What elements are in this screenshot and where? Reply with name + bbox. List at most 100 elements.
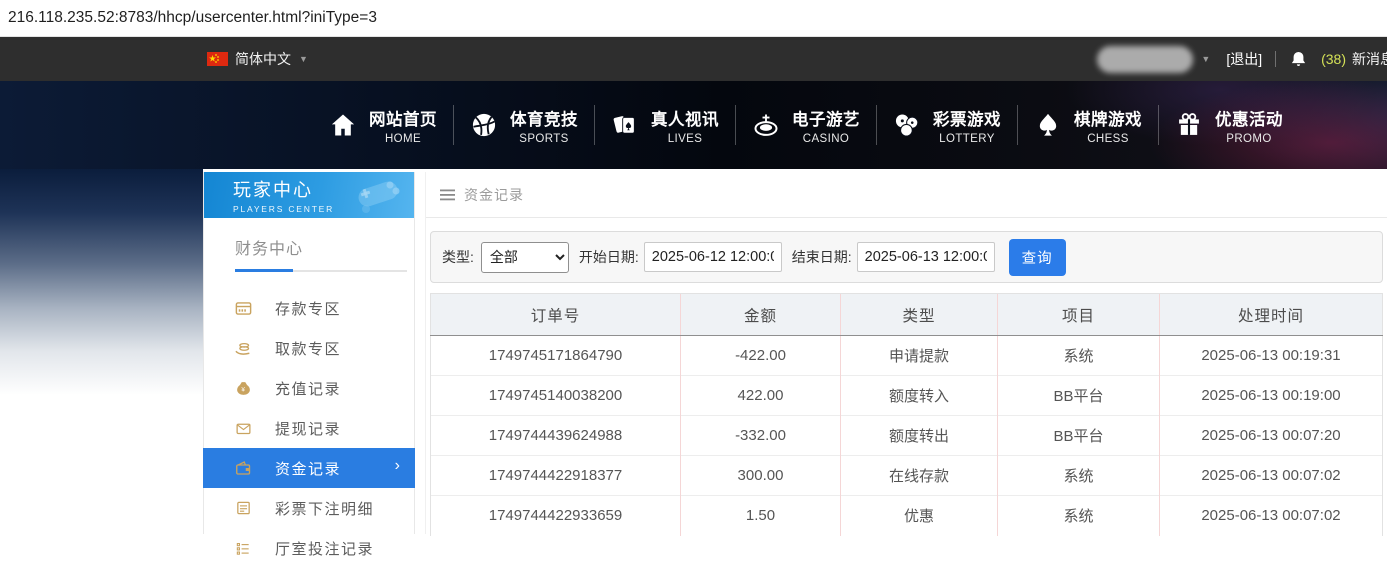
nav-subtitle: LOTTERY — [939, 132, 995, 145]
sidebar-item-withdraw-zone[interactable]: 取款专区 — [204, 328, 414, 368]
hamburger-icon — [440, 189, 455, 201]
message-count[interactable]: (38) — [1321, 51, 1346, 67]
logout-link[interactable]: [退出] — [1226, 49, 1262, 69]
cell-amount: 1.50 — [680, 495, 841, 536]
table-row: 1749744422918377 300.00 在线存款 系统 2025-06-… — [430, 455, 1383, 496]
nav-title: 彩票游戏 — [933, 110, 1001, 129]
cell-amount: -332.00 — [680, 415, 841, 456]
cell-time: 2025-06-13 00:19:31 — [1159, 335, 1383, 376]
nav-item-chess[interactable]: 棋牌游戏 CHESS — [1018, 106, 1158, 145]
nav-subtitle: SPORTS — [519, 132, 569, 145]
cell-order-no: 1749744422933659 — [430, 495, 681, 536]
list-icon — [233, 540, 253, 557]
nav-title: 真人视讯 — [651, 110, 719, 129]
sidebar-item-label: 提现记录 — [275, 420, 342, 438]
sidebar-item-hall-bet-records[interactable]: 厅室投注记录 — [204, 528, 414, 568]
document-icon — [233, 499, 253, 517]
table-row: 1749745140038200 422.00 额度转入 BB平台 2025-0… — [430, 375, 1383, 416]
chevron-down-icon: ▼ — [299, 54, 308, 64]
nav-item-lottery[interactable]: 彩票游戏 LOTTERY — [877, 106, 1017, 145]
cell-amount: 422.00 — [680, 375, 841, 416]
wallet-icon — [233, 459, 253, 477]
breadcrumb: 资金记录 — [426, 172, 1387, 218]
playing-cards-icon — [611, 111, 639, 139]
start-date-input[interactable] — [643, 242, 782, 272]
nav-item-lives[interactable]: 真人视讯 LIVES — [595, 106, 735, 145]
home-icon — [329, 111, 357, 139]
sidebar-item-label: 厅室投注记录 — [275, 540, 375, 558]
type-select[interactable]: 全部 — [480, 241, 569, 273]
sidebar-item-funds-records[interactable]: 资金记录 › — [203, 448, 415, 488]
cell-time: 2025-06-13 00:07:02 — [1159, 455, 1383, 496]
sidebar-item-withdrawal-records[interactable]: 提现记录 — [204, 408, 414, 448]
cell-order-no: 1749745140038200 — [430, 375, 681, 416]
cell-project: 系统 — [997, 495, 1160, 536]
cell-type: 额度转出 — [840, 415, 998, 456]
address-bar[interactable]: 216.118.235.52:8783/hhcp/usercenter.html… — [0, 0, 1387, 37]
nav-subtitle: LIVES — [667, 132, 703, 145]
spade-icon — [1034, 111, 1062, 139]
user-actions: ▼ [退出] (38) 新消息 — [1097, 37, 1387, 81]
hand-money-icon — [233, 339, 253, 358]
table-row: 1749745171864790 -422.00 申请提款 系统 2025-06… — [430, 335, 1383, 376]
language-selector[interactable]: ★ 简体中文 ▼ — [207, 49, 308, 69]
column-header-order-no: 订单号 — [430, 293, 681, 336]
sidebar: 玩家中心 PLAYERS CENTER 财务中心 存款专区 取款专区 ¥ 充值记… — [203, 172, 415, 558]
language-label: 简体中文 — [235, 51, 291, 67]
main-panel: 资金记录 类型: 全部 开始日期: 结束日期: 查询 订单号 金额 类型 项目 … — [425, 172, 1387, 536]
chevron-right-icon: › — [394, 457, 400, 474]
end-date-input[interactable] — [856, 242, 995, 272]
sidebar-item-label: 充值记录 — [275, 380, 342, 398]
user-bar: ★ 简体中文 ▼ ▼ [退出] (38) 新消息 — [0, 37, 1387, 81]
table-header-row: 订单号 金额 类型 项目 处理时间 — [430, 293, 1383, 336]
nav-item-sports[interactable]: 体育竞技 SPORTS — [454, 106, 594, 145]
roulette-icon — [752, 111, 780, 139]
cell-type: 在线存款 — [840, 455, 998, 496]
cell-project: BB平台 — [997, 415, 1160, 456]
cell-type: 申请提款 — [840, 335, 998, 376]
column-header-amount: 金额 — [680, 293, 841, 336]
gamepad-icon — [352, 175, 404, 218]
nav-title: 优惠活动 — [1215, 110, 1283, 129]
divider — [1275, 51, 1277, 67]
sidebar-menu: 存款专区 取款专区 ¥ 充值记录 提现记录 资金记录 › 彩票下注明细 厅室投注… — [203, 288, 415, 568]
content-area: 玩家中心 PLAYERS CENTER 财务中心 存款专区 取款专区 ¥ 充值记… — [0, 169, 1387, 558]
username-blurred[interactable] — [1097, 45, 1194, 73]
column-header-project: 项目 — [997, 293, 1160, 336]
sidebar-item-lottery-bet-details[interactable]: 彩票下注明细 — [204, 488, 414, 528]
start-date-label: 开始日期: — [578, 249, 639, 265]
nav-subtitle: HOME — [384, 132, 422, 145]
sidebar-item-recharge-records[interactable]: ¥ 充值记录 — [204, 368, 414, 408]
funds-records-table: 订单号 金额 类型 项目 处理时间 1749745171864790 -422.… — [430, 293, 1383, 536]
search-button[interactable]: 查询 — [1008, 238, 1066, 276]
page-url: 216.118.235.52:8783/hhcp/usercenter.html… — [8, 9, 377, 26]
nav-subtitle: PROMO — [1226, 132, 1272, 145]
deposit-card-icon — [233, 299, 253, 318]
nav-item-promo[interactable]: 优惠活动 PROMO — [1159, 106, 1299, 145]
filter-bar: 类型: 全部 开始日期: 结束日期: 查询 — [430, 231, 1383, 283]
cell-time: 2025-06-13 00:19:00 — [1159, 375, 1383, 416]
sidebar-header: 玩家中心 PLAYERS CENTER — [204, 172, 414, 218]
cell-type: 优惠 — [840, 495, 998, 536]
message-label[interactable]: 新消息 — [1352, 49, 1387, 69]
gift-icon — [1175, 111, 1203, 139]
sidebar-item-label: 取款专区 — [275, 340, 342, 358]
nav-item-casino[interactable]: 电子游艺 CASINO — [736, 106, 876, 145]
banner-gradient — [0, 169, 203, 534]
cell-project: 系统 — [997, 455, 1160, 496]
nav-title: 网站首页 — [369, 110, 437, 129]
column-header-type: 类型 — [840, 293, 998, 336]
table-row: 1749744439624988 -332.00 额度转出 BB平台 2025-… — [430, 415, 1383, 456]
table-row: 1749744422933659 1.50 优惠 系统 2025-06-13 0… — [430, 495, 1383, 536]
breadcrumb-label: 资金记录 — [464, 186, 524, 203]
china-flag-icon: ★ — [207, 52, 228, 66]
basketball-icon — [470, 111, 498, 139]
chevron-down-icon[interactable]: ▼ — [1201, 54, 1210, 64]
nav-title: 棋牌游戏 — [1074, 110, 1142, 129]
section-underline — [235, 269, 407, 272]
sidebar-item-deposit-zone[interactable]: 存款专区 — [204, 288, 414, 328]
cell-type: 额度转入 — [840, 375, 998, 416]
type-label: 类型: — [442, 249, 474, 265]
bell-icon[interactable] — [1289, 50, 1308, 69]
nav-item-home[interactable]: 网站首页 HOME — [313, 106, 453, 145]
